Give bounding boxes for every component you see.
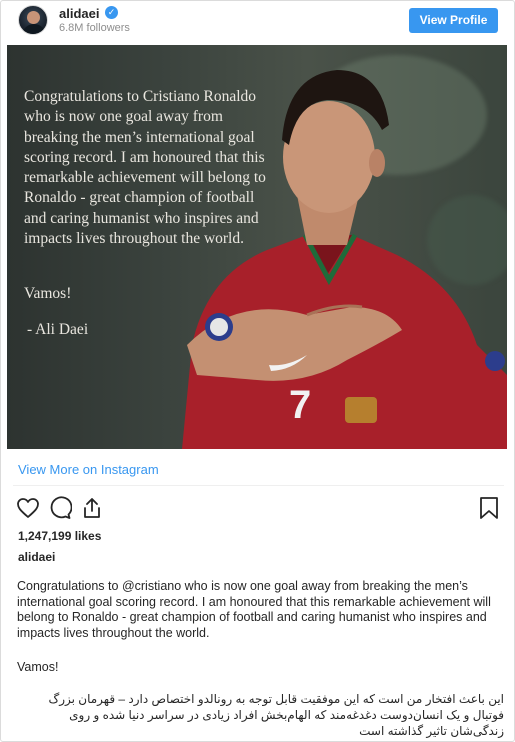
header-username[interactable]: alidaei: [59, 6, 99, 21]
caption-persian: این باعث افتخار من است که این موفقیت قاب…: [48, 692, 504, 738]
follower-count: 6.8M followers: [59, 22, 130, 34]
bookmark-icon[interactable]: [477, 496, 501, 520]
caption-text: Congratulations to @cristiano who is now…: [17, 579, 504, 641]
caption-username[interactable]: alidaei: [18, 550, 55, 564]
photo-overlay-vamos: Vamos!: [24, 285, 72, 302]
post-photo[interactable]: 7 Congratulations to Cristiano Ronaldo w…: [7, 45, 507, 449]
avatar[interactable]: [18, 5, 48, 35]
share-icon[interactable]: [80, 496, 104, 520]
caption-vamos: Vamos!: [17, 660, 59, 674]
view-more-link[interactable]: View More on Instagram: [18, 462, 159, 477]
photo-overlay-signature: - Ali Daei: [27, 321, 89, 338]
view-profile-button[interactable]: View Profile: [409, 8, 498, 33]
heart-icon[interactable]: [16, 496, 40, 520]
mention-link[interactable]: @cristiano: [122, 579, 181, 593]
comment-icon[interactable]: [48, 496, 72, 520]
like-count[interactable]: 1,247,199 likes: [18, 529, 101, 543]
caption-text-start: Congratulations to: [17, 579, 122, 593]
divider: [13, 485, 504, 486]
instagram-embed: alidaei ✓ 6.8M followers View Profile 7 …: [0, 0, 515, 742]
post-header: alidaei ✓ 6.8M followers View Profile: [1, 1, 514, 41]
jersey-number: 7: [289, 383, 312, 427]
photo-overlay-text: Congratulations to Cristiano Ronaldo who…: [24, 88, 266, 248]
verified-check-icon: ✓: [105, 6, 118, 19]
